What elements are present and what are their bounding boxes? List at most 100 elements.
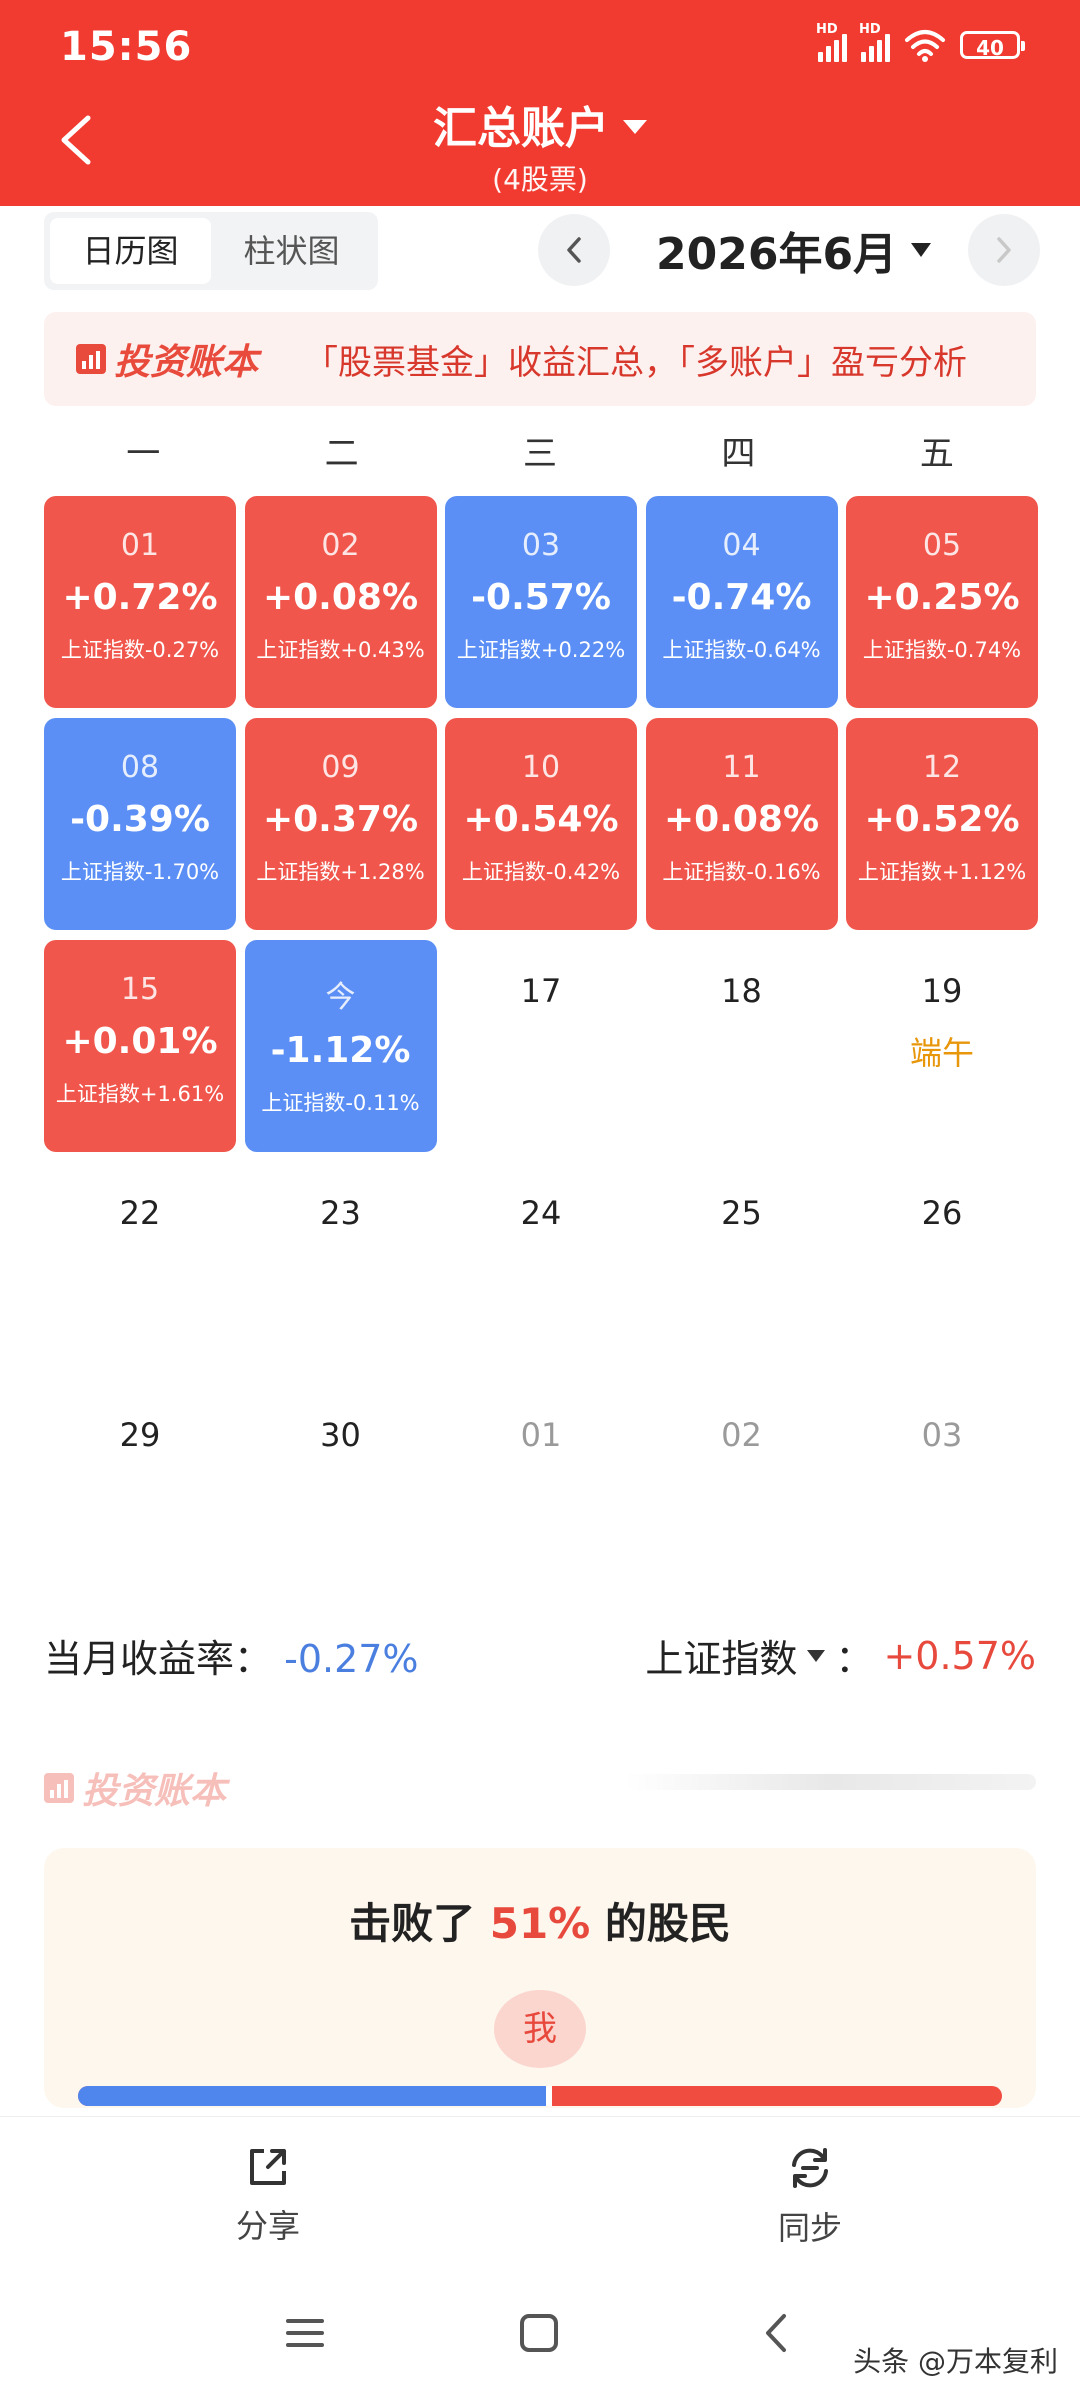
- calendar-day-cell[interactable]: 01 +0.72% 上证指数-0.27%: [44, 496, 236, 708]
- day-return: +0.52%: [864, 799, 1020, 840]
- menu-icon[interactable]: [284, 2312, 326, 2354]
- tab-bar-chart[interactable]: 柱状图: [211, 218, 372, 284]
- day-index-change: 上证指数+1.12%: [857, 860, 1027, 884]
- calendar-day-cell[interactable]: 05 +0.25% 上证指数-0.74%: [846, 496, 1038, 708]
- day-index-change: 上证指数-0.27%: [60, 638, 220, 662]
- calendar-day-cell[interactable]: 18: [646, 940, 838, 1152]
- calendar-day-cell[interactable]: 23: [245, 1162, 437, 1374]
- calendar-day-cell[interactable]: 17: [445, 940, 637, 1152]
- ledger-icon: [44, 1773, 74, 1803]
- prev-month-button[interactable]: [538, 214, 610, 286]
- weekday-label: 四: [721, 434, 756, 474]
- calendar-day-cell[interactable]: 03 -0.57% 上证指数+0.22%: [445, 496, 637, 708]
- day-number: 09: [321, 750, 360, 785]
- day-number: 05: [922, 528, 962, 563]
- calendar-day-cell[interactable]: 02: [646, 1384, 838, 1596]
- index-label: 上证指数: [645, 1637, 798, 1681]
- sync-icon: [792, 2148, 828, 2188]
- calendar-day-cell[interactable]: 22: [44, 1162, 236, 1374]
- share-label: 分享: [235, 2207, 300, 2245]
- brand-watermark: 投资账本: [44, 1762, 226, 1814]
- tab-calendar[interactable]: 日历图: [50, 218, 211, 284]
- promo-banner[interactable]: 投资账本 「股票基金」收益汇总，「多账户」盈亏分析: [44, 312, 1036, 406]
- index-compare[interactable]: 上证指数 ： +0.57%: [645, 1628, 1036, 1683]
- battery-icon: 40: [960, 31, 1025, 60]
- ranking-percent: 51%: [489, 1899, 591, 1948]
- day-number: 03: [921, 1416, 963, 1454]
- ranking-progress-marker: [546, 2086, 553, 2106]
- home-icon[interactable]: [518, 2312, 560, 2354]
- weekday-header: 一 二 三 四 五: [44, 426, 1036, 475]
- next-month-button[interactable]: [968, 214, 1040, 286]
- calendar-day-cell[interactable]: 04 -0.74% 上证指数-0.64%: [645, 496, 838, 708]
- view-toggle: 日历图 柱状图: [44, 212, 378, 290]
- day-return: +0.72%: [62, 577, 218, 618]
- day-index-change: 上证指数-0.64%: [662, 638, 821, 662]
- monthly-return: 当月收益率： -0.27%: [44, 1628, 419, 1683]
- weekday-label: 一: [126, 434, 161, 474]
- back-nav-icon[interactable]: [756, 2312, 798, 2354]
- calendar-day-cell[interactable]: 29: [44, 1384, 236, 1596]
- day-return: +0.54%: [463, 799, 619, 840]
- ranking-progress: [78, 2086, 1002, 2106]
- calendar-day-cell[interactable]: 10 +0.54% 上证指数-0.42%: [445, 718, 637, 930]
- calendar-day-cell[interactable]: 08 -0.39% 上证指数-1.70%: [44, 718, 236, 930]
- day-return: -1.12%: [270, 1030, 411, 1071]
- chevron-down-icon: [911, 243, 932, 257]
- calendar-day-cell[interactable]: 15 +0.01% 上证指数+1.61%: [44, 940, 236, 1152]
- app-header: 15:56 HD HD 40 汇总账户 (4股票): [0, 0, 1080, 206]
- index-value: +0.57%: [883, 1633, 1036, 1678]
- calendar-day-cell[interactable]: 01: [445, 1384, 637, 1596]
- day-number: 08: [120, 750, 160, 785]
- month-summary: 当月收益率： -0.27% 上证指数 ： +0.57%: [44, 1628, 1036, 1688]
- status-time: 15:56: [60, 24, 193, 70]
- day-index-change: 上证指数+1.28%: [256, 860, 425, 884]
- weekday-label: 二: [324, 434, 359, 474]
- account-selector[interactable]: 汇总账户 (4股票): [0, 92, 1080, 198]
- calendar-day-cell[interactable]: 24: [445, 1162, 637, 1374]
- calendar-day-cell[interactable]: 25: [646, 1162, 838, 1374]
- day-return: -0.57%: [471, 577, 611, 618]
- brand-watermark-text: 投资账本: [82, 1771, 227, 1812]
- bottom-action-bar: 分享 同步: [0, 2116, 1080, 2287]
- calendar-day-cell[interactable]: 19 端午: [846, 940, 1038, 1152]
- calendar-day-cell[interactable]: 30: [245, 1384, 437, 1596]
- status-icons: HD HD 40: [816, 22, 1025, 62]
- day-index-change: 上证指数+0.22%: [456, 638, 626, 662]
- day-number: 04: [722, 528, 761, 563]
- day-number: 12: [922, 750, 962, 785]
- monthly-return-label: 当月收益率：: [44, 1637, 273, 1681]
- page-title-text: 汇总账户: [433, 103, 609, 154]
- day-return: +0.08%: [663, 799, 820, 840]
- calendar-day-cell[interactable]: 03: [846, 1384, 1038, 1596]
- decorative-bar: [624, 1774, 1036, 1790]
- weekday-label: 三: [523, 434, 558, 474]
- me-marker: 我: [494, 1990, 586, 2068]
- signal-icon-2: HD: [859, 22, 890, 62]
- day-return: +0.01%: [62, 1021, 218, 1062]
- day-return: +0.37%: [262, 799, 419, 840]
- chevron-left-icon: [567, 237, 581, 263]
- share-button[interactable]: 分享: [168, 2143, 368, 2247]
- day-index-change: 上证指数-0.11%: [261, 1091, 420, 1115]
- day-number: 24: [520, 1194, 562, 1232]
- calendar-day-cell[interactable]: 26: [846, 1162, 1038, 1374]
- calendar-day-cell[interactable]: 12 +0.52% 上证指数+1.12%: [846, 718, 1038, 930]
- day-number: 30: [320, 1416, 361, 1454]
- month-selector[interactable]: 2026年6月: [656, 218, 932, 282]
- calendar-day-cell[interactable]: 02 +0.08% 上证指数+0.43%: [244, 496, 437, 708]
- day-number: 今: [325, 980, 356, 1015]
- day-index-change: 上证指数-0.42%: [461, 860, 621, 884]
- day-index-change: 上证指数-0.74%: [862, 638, 1022, 662]
- page-subtitle: (4股票): [492, 163, 588, 196]
- ranking-suffix: 的股民: [604, 1899, 731, 1948]
- calendar-day-cell[interactable]: 09 +0.37% 上证指数+1.28%: [244, 718, 437, 930]
- day-number: 29: [119, 1416, 161, 1454]
- sync-button[interactable]: 同步: [710, 2143, 910, 2249]
- page-title[interactable]: 汇总账户: [433, 92, 647, 156]
- ranking-title: 击败了 51% 的股民: [44, 1890, 1036, 1951]
- month-label: 2026年6月: [656, 229, 898, 280]
- calendar-day-cell[interactable]: 11 +0.08% 上证指数-0.16%: [645, 718, 838, 930]
- calendar-day-cell[interactable]: 今 -1.12% 上证指数-0.11%: [244, 940, 437, 1152]
- day-number: 18: [721, 972, 762, 1010]
